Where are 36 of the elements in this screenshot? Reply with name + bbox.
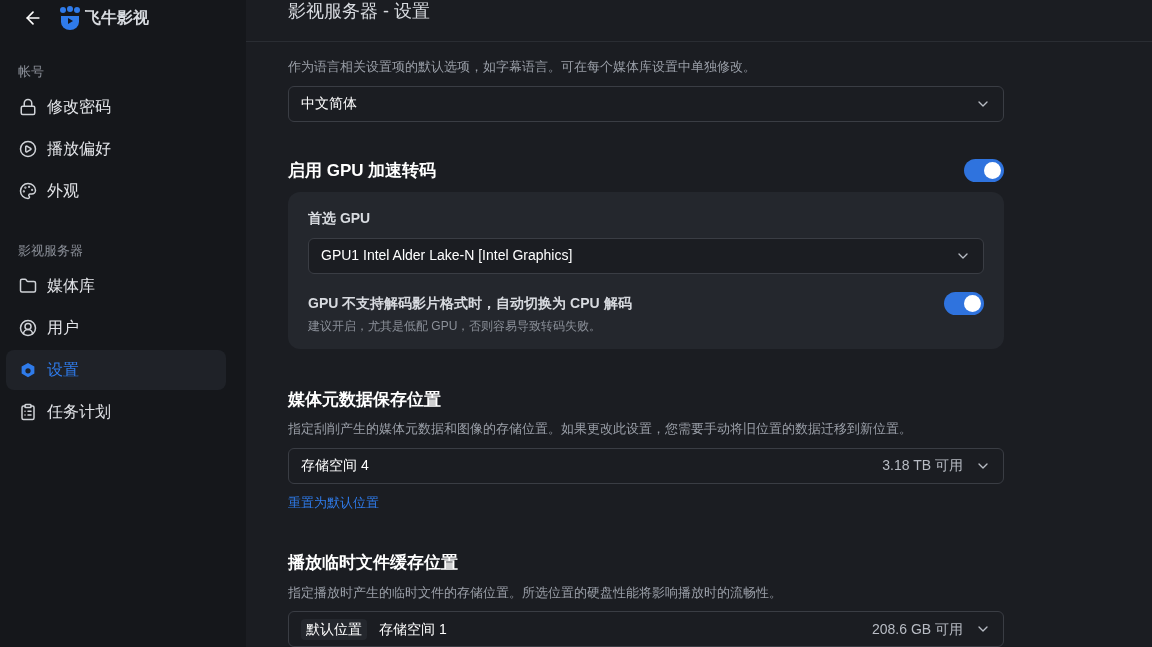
section-title: 播放临时文件缓存位置 — [288, 552, 459, 574]
sidebar-item[interactable]: 播放偏好 — [6, 129, 226, 169]
sidebar-item[interactable]: 修改密码 — [6, 87, 226, 127]
sidebar-item[interactable]: 任务计划 — [6, 392, 226, 432]
field-label: 首选 GPU — [308, 208, 372, 228]
play-icon — [19, 140, 37, 158]
section-title: 启用 GPU 加速转码 — [288, 159, 437, 182]
option-hint: 建议开启，尤其是低配 GPU，否则容易导致转码失败。 — [308, 317, 603, 335]
palette-icon — [19, 182, 37, 200]
user-icon — [19, 319, 37, 337]
option-title: GPU 不支持解码影片格式时，自动切换为 CPU 解码 — [308, 293, 632, 313]
sidebar-item[interactable]: 外观 — [6, 171, 226, 211]
lock-icon — [19, 98, 37, 116]
page-title: 影视服务器 - 设置 — [288, 0, 430, 23]
gpu-select[interactable]: GPU1 Intel Alder Lake-N [Intel Graphics] — [308, 237, 984, 274]
settings-icon — [19, 361, 37, 379]
app-name: 飞牛影视 — [85, 8, 149, 28]
clipboard-icon — [19, 403, 37, 421]
sidebar-item[interactable]: 设置 — [6, 350, 226, 390]
sidebar-item[interactable]: 用户 — [6, 308, 226, 348]
fallback-toggle[interactable] — [944, 291, 984, 315]
group-label: 帐号 — [17, 63, 45, 81]
section-title: 媒体元数据保存位置 — [288, 388, 442, 411]
default-tag: 默认位置 — [301, 618, 367, 640]
cache-location-select[interactable]: 默认位置 存储空间 1 208.6 GB 可用 — [288, 611, 1004, 647]
gpu-toggle[interactable] — [964, 159, 1004, 182]
language-select[interactable]: 中文简体 — [288, 85, 1004, 122]
logo-icon — [59, 6, 81, 30]
folder-icon — [19, 277, 37, 295]
sidebar-item[interactable]: 媒体库 — [6, 266, 226, 306]
section-description: 指定播放时产生的临时文件的存储位置。所选位置的硬盘性能将影响播放时的流畅性。 — [288, 583, 783, 602]
section-description: 作为语言相关设置项的默认选项，如字幕语言。可在每个媒体库设置中单独修改。 — [288, 58, 757, 76]
metadata-location-select[interactable]: 存储空间 4 3.18 TB 可用 — [288, 447, 1004, 484]
group-label: 影视服务器 — [17, 242, 84, 260]
section-description: 指定刮削产生的媒体元数据和图像的存储位置。如果更改此设置，您需要手动将旧位置的数据迁移到新位置。 — [288, 420, 913, 438]
reset-link[interactable]: 重置为默认位置 — [288, 492, 379, 512]
